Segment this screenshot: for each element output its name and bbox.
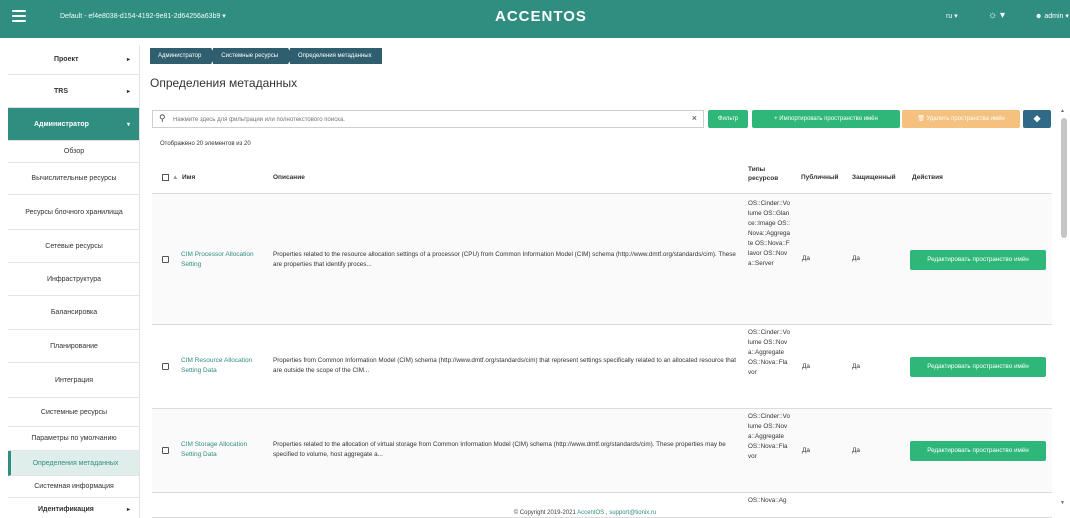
scroll-up-icon[interactable]: ▲	[1060, 108, 1065, 114]
sidebar-item-label: Вычислительные ресурсы	[31, 175, 117, 182]
sidebar-item-balancing[interactable]: Балансировка	[8, 296, 139, 330]
sidebar-item-label: Системные ресурсы	[40, 408, 108, 416]
row-resource-types: OS::Cinder::Volume OS::Nova::Aggregate O…	[748, 329, 790, 376]
sidebar-item-project[interactable]: Проект ▸	[8, 45, 139, 75]
table-row: CIM Processor Allocation Setting Propert…	[152, 194, 1052, 325]
table-row: CIM Resource Allocation Setting Data Pro…	[152, 325, 1052, 409]
user-menu[interactable]: ☻ admin ▾	[1035, 12, 1069, 20]
filter-button[interactable]: Фильтр	[708, 110, 748, 128]
sidebar-item-trs[interactable]: TRS ▸	[8, 75, 139, 108]
sidebar-item-infrastructure[interactable]: Инфраструктура	[8, 263, 139, 296]
page-title: Определения метаданных	[150, 76, 298, 90]
breadcrumb-item-metadata: Определения метаданных	[290, 48, 382, 64]
chevron-right-icon: ▸	[126, 57, 130, 63]
sidebar-item-label: Интеграция	[55, 376, 93, 384]
sidebar-item-network[interactable]: Сетевые ресурсы	[8, 230, 139, 263]
row-resource-types: OS::Cinder::Volume OS::Glance::Image OS:…	[748, 200, 791, 267]
sidebar-item-label: Обзор	[63, 148, 85, 155]
namespace-link[interactable]: CIM Processor Allocation Setting	[181, 250, 263, 270]
namespace-link[interactable]: CIM Resource Allocation Setting Data	[181, 356, 263, 376]
search-input[interactable]	[173, 113, 673, 126]
sort-icon[interactable]: ▲	[172, 173, 178, 182]
table-header: ▲ Имя Описание Типы ресурсов Публичный З…	[152, 162, 1052, 194]
copyright-text: © Copyright 2019-2021	[513, 510, 578, 516]
sidebar-item-system-resources[interactable]: Системные ресурсы	[8, 398, 139, 427]
scrollbar-thumb[interactable]	[1061, 118, 1067, 238]
top-navbar: Default - ef4e8038-d154-4192-9e81-2d6425…	[0, 0, 1070, 38]
theme-selector[interactable]: ☼ ▾	[988, 10, 1005, 21]
clear-icon[interactable]: ×	[692, 113, 697, 123]
sidebar-item-label: Администратор	[34, 120, 89, 128]
column-header-name[interactable]: Имя	[182, 173, 195, 182]
sidebar-item-label: Параметры по умолчанию	[31, 435, 117, 442]
footer: © Copyright 2019-2021 AccentOS , support…	[0, 510, 1070, 516]
sidebar-item-overview[interactable]: Обзор	[8, 141, 139, 163]
sidebar-item-label: Балансировка	[50, 309, 98, 316]
edit-namespace-button[interactable]: Редактировать пространство имён	[910, 441, 1046, 461]
import-namespace-button[interactable]: + Импортировать пространство имён	[752, 110, 900, 128]
sidebar-item-integration[interactable]: Интеграция	[8, 363, 139, 398]
project-selector[interactable]: Default - ef4e8038-d154-4192-9e81-2d6425…	[60, 12, 226, 20]
sidebar-item-label: Ресурсы блочного хранилища	[25, 208, 123, 216]
sidebar-item-admin[interactable]: Администратор ▾	[8, 108, 139, 141]
sidebar-item-label: TRS	[54, 87, 68, 95]
row-public: Да	[802, 447, 811, 454]
row-resource-types: OS::Nova::Ag	[748, 497, 787, 504]
brand-logo: ACCENTOS	[495, 8, 587, 25]
sidebar-item-metadata-definitions[interactable]: Определения метаданных	[8, 451, 139, 476]
search-icon: ⚲	[159, 113, 166, 123]
row-checkbox[interactable]	[162, 363, 169, 370]
chevron-down-icon: ▾	[126, 121, 130, 128]
sidebar-item-label: Планирование	[50, 342, 98, 350]
sidebar-item-system-info[interactable]: Системная информация	[8, 476, 139, 498]
sidebar-item-compute[interactable]: Вычислительные ресурсы	[8, 163, 139, 195]
namespace-link[interactable]: CIM Storage Allocation Setting Data	[181, 440, 263, 460]
breadcrumb-item-system-resources[interactable]: Системные ресурсы	[213, 48, 294, 64]
breadcrumb-item-admin[interactable]: Администратор	[150, 48, 218, 64]
support-email-link[interactable]: support@tionix.ru	[609, 510, 656, 516]
row-checkbox[interactable]	[162, 447, 169, 454]
menu-icon[interactable]	[12, 10, 26, 22]
breadcrumb: Администратор Системные ресурсы Определе…	[150, 48, 384, 64]
column-header-public[interactable]: Публичный	[801, 173, 839, 182]
row-description: Properties related to the resource alloc…	[273, 251, 736, 268]
sidebar-item-label: Сетевые ресурсы	[45, 242, 103, 250]
delete-namespaces-button[interactable]: 🗑 Удалить пространства имён	[902, 110, 1020, 128]
sidebar-item-label: Проект	[54, 56, 79, 63]
edit-namespace-button[interactable]: Редактировать пространство имён	[910, 357, 1046, 377]
column-header-description[interactable]: Описание	[273, 173, 305, 182]
row-protected: Да	[852, 255, 861, 262]
row-public: Да	[802, 363, 811, 370]
sidebar-item-planning[interactable]: Планирование	[8, 330, 139, 363]
row-public: Да	[802, 255, 811, 262]
column-header-actions: Действия	[912, 174, 943, 181]
row-protected: Да	[852, 363, 861, 370]
row-protected: Да	[852, 447, 861, 454]
filter-bar: ⚲ ×	[152, 110, 704, 128]
column-header-protected[interactable]: Защищенный	[852, 173, 896, 182]
row-resource-types: OS::Cinder::Volume OS::Nova::Aggregate O…	[748, 413, 790, 460]
row-description: Properties related to the allocation of …	[273, 441, 726, 458]
user-name: admin ▾	[1044, 13, 1069, 20]
items-count: Отображено 20 элементов из 20	[160, 141, 251, 147]
column-header-resource-types[interactable]: Типы ресурсов	[748, 165, 788, 183]
sidebar-item-label: Определения метаданных	[32, 459, 119, 467]
language-selector[interactable]: ru ▾	[946, 12, 958, 20]
row-checkbox[interactable]	[162, 256, 169, 263]
sidebar: Проект ▸ TRS ▸ Администратор ▾ Обзор Выч…	[8, 45, 140, 518]
scroll-down-icon[interactable]: ▼	[1060, 500, 1065, 506]
info-icon[interactable]: ❖	[1023, 110, 1051, 128]
sidebar-item-block-storage[interactable]: Ресурсы блочного хранилища	[8, 195, 139, 230]
row-description: Properties from Common Information Model…	[273, 357, 737, 374]
table-row: CIM Storage Allocation Setting Data Prop…	[152, 409, 1052, 493]
sidebar-item-label: Инфраструктура	[46, 275, 102, 283]
edit-namespace-button[interactable]: Редактировать пространство имён	[910, 250, 1046, 270]
select-all-checkbox[interactable]	[162, 174, 169, 181]
brand-link[interactable]: AccentOS	[577, 510, 604, 516]
chevron-right-icon: ▸	[126, 88, 130, 95]
page-scrollbar[interactable]: ▲ ▼	[1060, 108, 1068, 506]
user-icon: ☻	[1035, 13, 1043, 20]
sidebar-item-defaults[interactable]: Параметры по умолчанию	[8, 427, 139, 451]
sidebar-item-label: Системная информация	[34, 483, 114, 490]
